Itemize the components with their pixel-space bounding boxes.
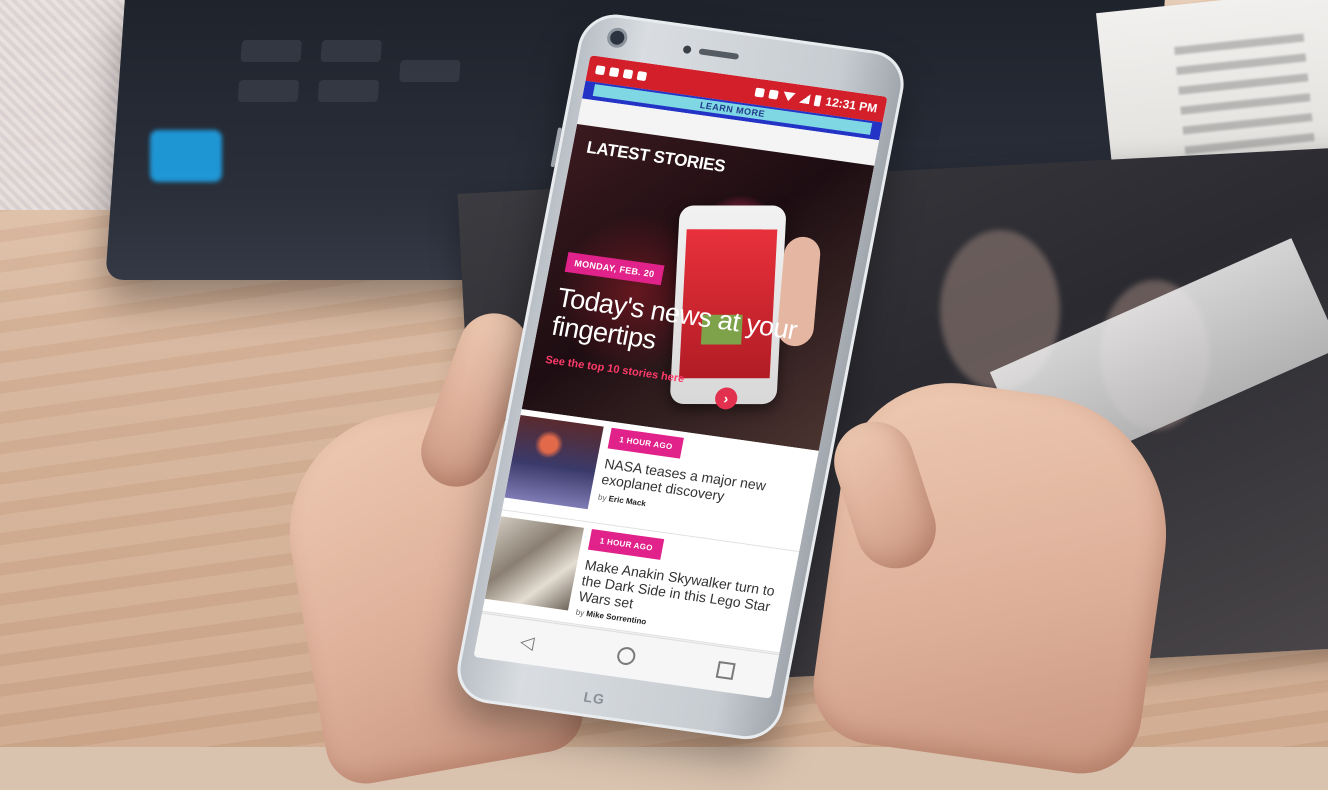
hero-cta-link[interactable]: See the top 10 stories here [544,354,685,385]
recents-icon [715,660,736,680]
back-icon: ◁ [518,630,537,653]
laptop-key [399,60,461,82]
laptop-key [240,40,302,62]
laptop-key [320,40,382,62]
app-icon [608,66,620,77]
laptop-light [150,130,222,182]
time-badge: 1 HOUR AGO [607,427,685,459]
hero-story[interactable]: LATEST STORIES MONDAY, FEB. 20 Today's n… [521,124,875,451]
app-icon [622,68,634,79]
wifi-icon [782,90,796,102]
signal-icon [798,92,811,105]
home-button[interactable] [609,639,644,673]
back-button[interactable]: ◁ [510,625,545,659]
app-icon [636,70,648,81]
message-icon [595,64,606,75]
story-byline: by Eric Mack [597,493,646,509]
home-icon [615,645,637,667]
headset-icon [754,87,766,98]
brand-logo: LG [582,688,607,708]
story-author: Eric Mack [607,494,647,509]
earpiece-speaker [698,48,740,60]
story-thumbnail[interactable] [484,516,585,611]
byline-prefix: by [574,607,586,618]
recents-button[interactable] [708,653,743,687]
proximity-sensor [682,45,692,55]
battery-icon [813,94,822,107]
nfc-icon [768,89,779,100]
front-camera [608,29,626,46]
laptop-key [237,80,300,102]
newspaper-text [1174,33,1316,167]
byline-prefix: by [597,492,608,503]
time-badge: 1 HOUR AGO [587,529,665,560]
story-thumbnail[interactable] [504,414,604,510]
laptop-key [317,80,380,102]
date-badge: MONDAY, FEB. 20 [564,252,665,286]
status-time: 12:31 PM [824,94,879,116]
section-title: LATEST STORIES [585,137,727,176]
